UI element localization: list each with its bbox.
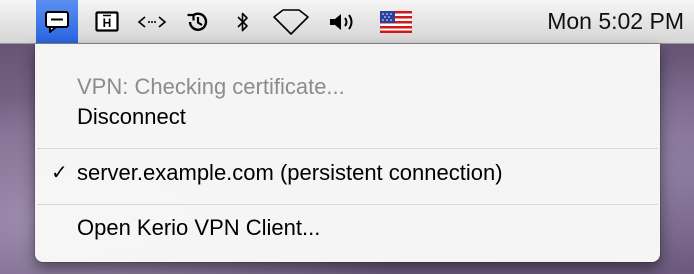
menu-separator [37,204,658,205]
airport-menu-extra[interactable] [267,0,315,43]
network-arrows-icon [137,15,167,28]
disconnect-menu-item[interactable]: Disconnect [35,100,660,134]
menu-bar: H Mon 5:02 PM [0,0,694,44]
bluetooth-icon [237,12,248,31]
disconnect-label: Disconnect [77,104,186,129]
svg-text:H: H [103,16,112,30]
us-flag-input-icon [380,10,412,33]
volume-menu-extra[interactable] [322,0,362,43]
time-machine-menu-extra[interactable] [180,0,216,43]
checkmark-icon: ✓ [51,162,68,184]
vpn-status-label: VPN: Checking certificate... [77,74,345,99]
bluetooth-menu-extra[interactable] [226,0,260,43]
vpn-menu-extra[interactable] [36,0,78,43]
vpn-status-item: VPN: Checking certificate... [35,70,660,104]
ichat-status-icon: H [95,10,119,32]
input-menu-extra[interactable] [372,0,420,43]
vpn-dropdown-menu: VPN: Checking certificate... Disconnect … [35,44,660,262]
open-kerio-client-menu-item[interactable]: Open Kerio VPN Client... [35,211,660,245]
menubar-clock[interactable]: Mon 5:02 PM [547,0,684,43]
vpn-chat-bubble-icon [45,10,69,33]
server-connection-menu-item[interactable]: ✓ server.example.com (persistent connect… [35,156,660,190]
time-machine-icon [187,12,208,31]
volume-icon [330,13,353,30]
menu-separator [37,148,658,149]
airport-wifi-icon [273,8,309,35]
server-connection-label: server.example.com (persistent connectio… [77,160,503,185]
network-menu-extra[interactable] [133,0,171,43]
ichat-menu-extra[interactable]: H [90,0,124,43]
open-kerio-client-label: Open Kerio VPN Client... [77,215,321,240]
